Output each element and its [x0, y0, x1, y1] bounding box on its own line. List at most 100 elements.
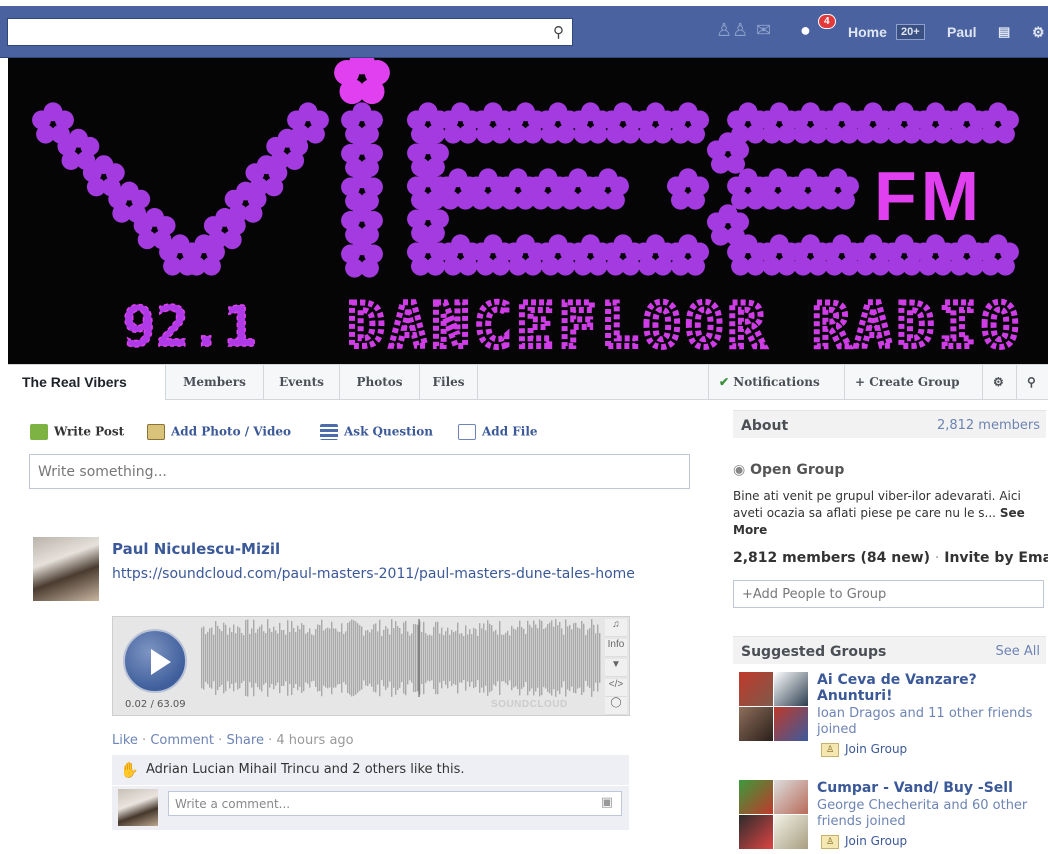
add-file-tab[interactable]: Add File	[458, 424, 538, 440]
create-group-button[interactable]: + Create Group	[844, 365, 970, 400]
player-time: 0.02 / 63.09	[125, 699, 186, 710]
join-group-icon: ♙	[821, 742, 839, 757]
members-count[interactable]: 2,812 members	[733, 550, 856, 566]
comment-input[interactable]: Write a comment... ▣	[168, 791, 622, 816]
separator-dot: ·	[934, 550, 940, 566]
comment-area: Write a comment... ▣	[112, 786, 629, 830]
group-member-photos[interactable]	[739, 672, 809, 741]
suggested-group-friends: Ioan Dragos and 11 other friends joined	[817, 706, 1033, 737]
top-border	[0, 0, 1048, 6]
add-photo-label: Add Photo / Video	[171, 424, 291, 439]
info-button[interactable]: Info	[605, 639, 627, 657]
check-icon: ✔	[719, 375, 730, 389]
add-photo-tab[interactable]: Add Photo / Video	[147, 424, 291, 440]
likes-text[interactable]: Adrian Lucian Mihail Trincu and 2 others…	[146, 762, 465, 777]
about-header: About 2,812 members	[733, 410, 1046, 438]
volume-icon[interactable]: ♫	[605, 619, 627, 637]
like-link[interactable]: Like	[112, 733, 138, 748]
add-people-input[interactable]: +Add People to Group	[733, 580, 1044, 608]
messages-icon[interactable]: ✉	[756, 20, 771, 41]
open-group-label: ◉ Open Group	[733, 462, 844, 478]
search-box[interactable]: ⚲	[7, 18, 573, 46]
settings-gear-icon[interactable]: ⚙	[1032, 24, 1045, 41]
privacy-shortcuts-icon[interactable]: ▤	[998, 24, 1010, 40]
profile-link[interactable]: Paul	[947, 24, 977, 40]
cover-frequency: 92.1	[122, 295, 257, 360]
tab-events[interactable]: Events	[264, 365, 340, 400]
home-link[interactable]: Home	[848, 24, 887, 40]
waveform[interactable]	[201, 619, 601, 697]
thumbs-up-icon: ✋	[120, 761, 139, 779]
home-count-badge: 20+	[896, 24, 925, 40]
comment-link[interactable]: Comment	[150, 733, 214, 748]
camera-icon[interactable]: ▣	[601, 795, 613, 810]
group-member-photos[interactable]	[739, 780, 809, 849]
flower-pattern	[32, 58, 1019, 278]
suggested-group-friends: George Checherita and 60 other friends j…	[817, 798, 1028, 829]
post-actions: Like · Comment · Share · 4 hours ago	[112, 733, 354, 748]
notification-badge: 4	[818, 14, 836, 29]
top-bar: ⚲ ♙♙ ✉ ● 4 Home 20+ Paul ▤ ⚙	[0, 0, 1048, 58]
members-summary: 2,812 members (84 new) · Invite by Email	[733, 550, 1048, 566]
description-text: Bine ati venit pe grupul viber-ilor adev…	[733, 489, 1021, 520]
join-group-button[interactable]: ♙ Join Group	[821, 834, 907, 849]
write-post-tab[interactable]: Write Post	[30, 424, 124, 440]
likes-summary: ✋ Adrian Lucian Mihail Trincu and 2 othe…	[112, 755, 629, 785]
group-tab-bar: The Real Vibers Members Events Photos Fi…	[8, 364, 1048, 400]
tab-group-name[interactable]: The Real Vibers	[8, 365, 166, 400]
group-description: Bine ati venit pe grupul viber-ilor adev…	[733, 488, 1038, 539]
author-avatar[interactable]	[33, 537, 99, 601]
tab-photos[interactable]: Photos	[340, 365, 420, 400]
file-icon	[458, 424, 476, 440]
search-input[interactable]	[8, 19, 528, 45]
notifications-button[interactable]: ✔ Notifications	[708, 365, 830, 400]
join-group-label: Join Group	[845, 834, 908, 848]
suggested-groups-title: Suggested Groups	[741, 644, 887, 660]
notifications-label: Notifications	[733, 375, 820, 389]
suggested-group-name[interactable]: Cumpar - Vand/ Buy -Sell	[817, 780, 1042, 796]
see-all-link[interactable]: See All	[996, 644, 1041, 659]
search-icon[interactable]: ⚲	[553, 23, 564, 41]
post-timestamp[interactable]: 4 hours ago	[276, 733, 353, 748]
suggested-groups-header: Suggested Groups See All	[733, 636, 1046, 664]
ask-question-tab[interactable]: Ask Question	[320, 424, 433, 440]
new-members-count: (84 new)	[860, 550, 931, 566]
ask-question-label: Ask Question	[344, 424, 433, 439]
post-author[interactable]: Paul Niculescu-Mizil	[112, 540, 280, 558]
share-link[interactable]: Share	[226, 733, 264, 748]
group-cover-photo[interactable]: FM 92.1 DANCEFLOOR RADIO	[8, 58, 1048, 364]
cover-art: FM 92.1 DANCEFLOOR RADIO	[32, 58, 1021, 364]
speech-bubble-icon	[30, 424, 48, 440]
group-search-icon[interactable]: ⚲	[1016, 365, 1046, 400]
photo-icon	[147, 424, 165, 440]
comment-bubble-icon[interactable]: ◯	[605, 697, 627, 715]
play-icon	[151, 649, 171, 675]
join-group-label: Join Group	[845, 742, 908, 756]
join-group-button[interactable]: ♙ Join Group	[821, 742, 907, 757]
about-title: About	[741, 418, 789, 434]
soundcloud-player: 0.02 / 63.09 SOUNDCLOUD ♫ Info ▼ </> ◯	[112, 616, 630, 716]
embed-code-icon[interactable]: </>	[605, 679, 627, 697]
about-members-count[interactable]: 2,812 members	[937, 418, 1040, 433]
tab-members[interactable]: Members	[166, 365, 264, 400]
group-settings-gear-icon[interactable]: ⚙	[982, 365, 1014, 400]
tab-files[interactable]: Files	[420, 365, 478, 400]
play-button[interactable]	[123, 629, 187, 693]
comment-placeholder: Write a comment...	[175, 797, 291, 811]
globe-icon: ◉	[733, 462, 746, 478]
write-post-label: Write Post	[54, 424, 125, 439]
friend-requests-icon[interactable]: ♙♙	[716, 20, 748, 41]
join-group-icon: ♙	[821, 834, 839, 849]
post-link[interactable]: https://soundcloud.com/paul-masters-2011…	[112, 564, 642, 585]
question-list-icon	[320, 424, 338, 440]
commenter-avatar	[118, 789, 158, 826]
soundcloud-brand: SOUNDCLOUD	[491, 699, 568, 710]
suggested-group-name[interactable]: Ai Ceva de Vanzare? Anunturi!	[817, 672, 1042, 704]
notifications-globe-icon[interactable]: ●	[800, 20, 811, 41]
group-type-text: Open Group	[750, 462, 845, 478]
cover-tagline: DANCEFLOOR RADIO	[348, 291, 1018, 361]
write-something-input[interactable]: Write something...	[29, 454, 690, 489]
download-icon[interactable]: ▼	[605, 659, 627, 677]
invite-by-email-link[interactable]: Invite by Email	[944, 550, 1048, 566]
cover-fm-text: FM	[874, 157, 983, 235]
